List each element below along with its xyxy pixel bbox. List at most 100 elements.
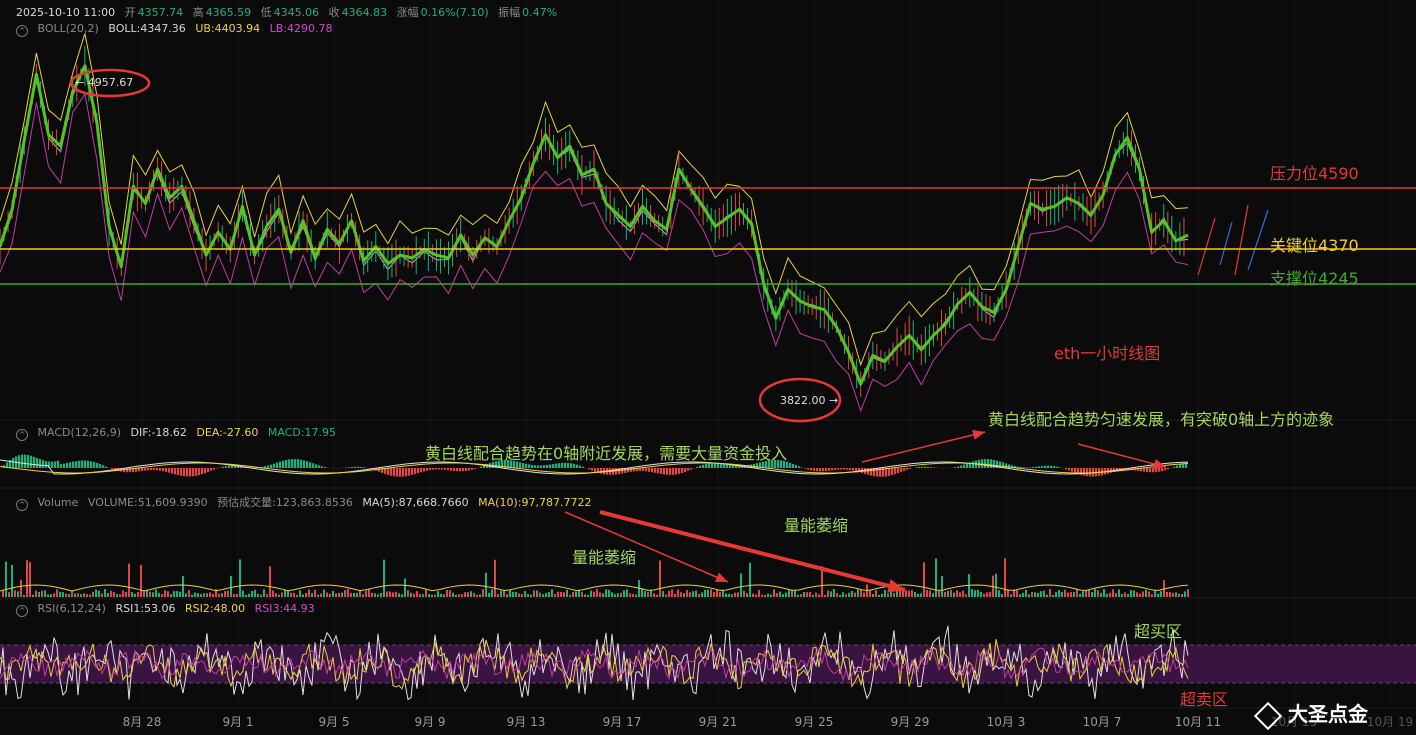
volume-bar [578,590,580,597]
volume-bar [689,592,691,597]
x-tick-label: 9月 1 [222,715,253,729]
volume-bar [101,593,103,597]
volume-bar [383,559,385,597]
amp-value: 0.47% [522,6,558,19]
macd-label[interactable]: MACD(12,26,9) [38,426,122,439]
macd-header[interactable]: ^ MACD(12,26,9) DIF:-18.62 DEA:-27.60 MA… [16,426,342,441]
macd-bar [540,465,543,468]
macd-bar [453,468,456,471]
macd-bar [1173,466,1176,468]
macd-bar [1176,465,1179,468]
macd-dif: DIF:-18.62 [130,426,187,439]
rsi-header[interactable]: ^ RSI(6,12,24) RSI1:53.06 RSI2:48.00 RSI… [16,602,321,617]
macd-bar [471,468,474,470]
rsi-label[interactable]: RSI(6,12,24) [38,602,106,615]
macd-bar [960,465,963,468]
volume-bar [635,594,637,597]
boll-mid: BOLL:4347.36 [108,22,186,35]
volume-bar [380,592,382,597]
macd-bar [438,468,441,470]
volume-bar [23,594,25,597]
macd-bar [171,468,174,474]
volume-bar [1145,589,1147,597]
volume-bar [818,594,820,597]
volume-bar [218,593,220,597]
volume-label[interactable]: Volume [38,496,79,509]
macd-bar [915,467,918,468]
volume-bar [41,590,43,597]
macd-bar [288,459,291,468]
x-tick-label: 10月 3 [987,715,1026,729]
volume-bar [713,592,715,597]
volume-header[interactable]: ^ Volume VOLUME:51,609.9390 预估成交量:123,86… [16,494,597,511]
volume-bar [596,589,598,597]
macd-bar [1161,468,1164,472]
macd-bar [906,468,909,470]
collapse-icon[interactable]: ^ [16,605,28,617]
macd-bar [918,466,921,468]
volume-bar [737,592,739,597]
macd-bar [1023,467,1026,468]
macd-bar [1089,468,1092,477]
volume-bar [527,594,529,597]
volume-bar [932,593,934,597]
collapse-icon[interactable]: ^ [16,25,28,37]
volume-bar [266,594,268,597]
collapse-icon[interactable]: ^ [16,499,28,511]
watermark-text: 大圣点金 [1288,702,1368,726]
macd-bar [30,455,33,468]
macd-bar [324,467,327,468]
volume-bar [224,591,226,597]
macd-bar [645,468,648,472]
volume-bar [14,590,16,597]
volume-bar [278,594,280,597]
volume-bar [461,594,463,597]
volume-bar [272,590,274,597]
volume-bar [938,590,940,597]
annotation-macd-left: 黄白线配合趋势在0轴附近发展，需要大量资金投入 [425,444,788,463]
volume-bar [200,594,202,597]
volume-estimate: 预估成交量:123,863.8536 [217,496,353,509]
macd-bar [909,468,912,469]
macd-bar [99,464,102,468]
macd-bar [378,468,381,472]
volume-bar [614,594,616,597]
macd-bar [150,468,153,471]
volume-bar [332,591,334,597]
macd-bar [813,468,816,471]
volume-bar [815,592,817,597]
volume-bar [773,589,775,597]
volume-bar [935,558,937,597]
boll-label[interactable]: BOLL(20,2) [38,22,99,35]
volume-bar [170,594,172,597]
macd-bar [78,460,81,468]
macd-bar [282,460,285,468]
volume-bar [377,594,379,597]
rsi-neutral-zone [0,645,1416,683]
rsi2-value: RSI2:48.00 [185,602,246,615]
boll-header[interactable]: ^ BOLL(20,2) BOLL:4347.36 UB:4403.94 LB:… [16,22,338,37]
volume-bar [1103,589,1105,597]
volume-bar [620,592,622,597]
macd-bar [678,468,681,474]
collapse-icon[interactable]: ^ [16,429,28,441]
volume-bar [1046,594,1048,597]
volume-bar [1067,592,1069,597]
volume-bar [1028,594,1030,597]
volume-bar [1097,590,1099,597]
macd-bar [96,462,99,468]
volume-bar [1064,589,1066,597]
volume-bar [236,594,238,597]
macd-bar [804,468,807,469]
volume-bar [410,592,412,597]
volume-bar [1142,591,1144,597]
volume-bar [128,563,130,597]
volume-bar [977,589,979,597]
volume-bar [1175,592,1177,597]
volume-bar [26,560,28,597]
macd-bar [228,465,231,468]
volume-bar [164,590,166,597]
volume-bar [116,593,118,597]
volume-bar [536,590,538,597]
volume-bar [845,594,847,597]
